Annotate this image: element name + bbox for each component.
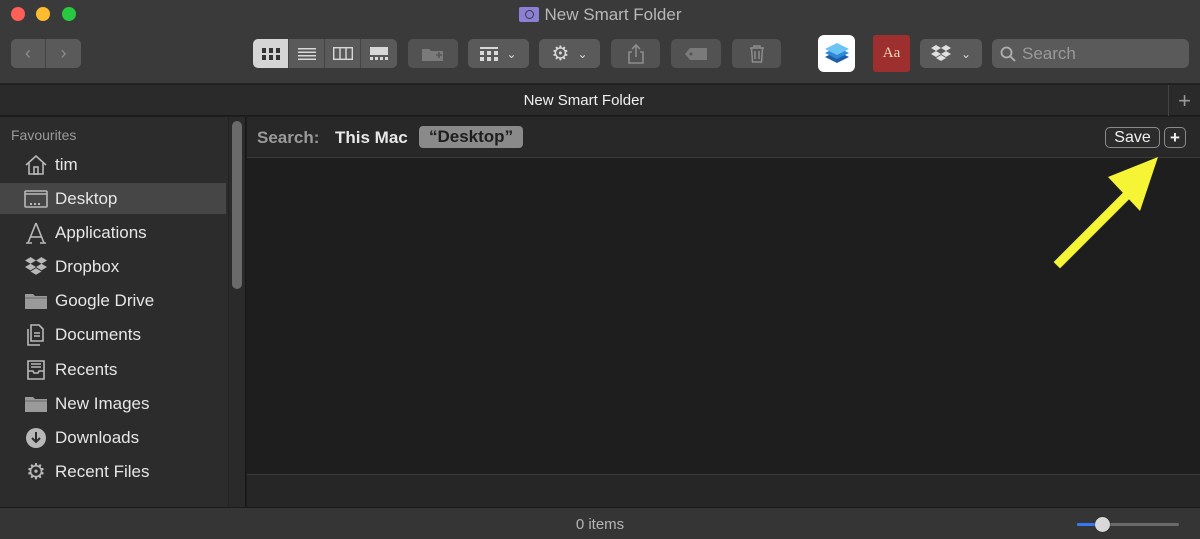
sidebar-item-label: Recent Files (55, 461, 150, 481)
chevron-down-icon: ⌄ (960, 46, 972, 61)
sidebar-item-label: Desktop (55, 188, 118, 208)
sidebar-item-label: New Images (55, 393, 150, 413)
forward-button[interactable]: › (46, 39, 81, 68)
sidebar-item-desktop[interactable]: Desktop (0, 183, 226, 214)
home-icon (23, 154, 49, 176)
sidebar-item-recents[interactable]: Recents (0, 354, 226, 385)
group-by-button[interactable]: ⌄ (468, 39, 529, 68)
trash-icon (749, 44, 764, 63)
window-toolbar: New Smart Folder ‹ › ⌄ ⚙ ⌄ Aa ⌄ Search (0, 0, 1200, 84)
sidebar: Favourites tim Desktop Applications Drop… (0, 117, 246, 507)
sidebar-item-recent-files[interactable]: ⚙ Recent Files (0, 456, 226, 487)
sidebar-item-documents[interactable]: Documents (0, 319, 226, 350)
action-menu-button[interactable]: ⚙ ⌄ (539, 39, 600, 68)
chevron-left-icon: ‹ (25, 43, 31, 63)
tab-new-smart-folder[interactable]: New Smart Folder (0, 92, 1168, 109)
chevron-down-icon: ⌄ (577, 46, 588, 61)
search-input[interactable] (1022, 43, 1182, 64)
delete-button[interactable] (732, 39, 781, 68)
smart-folder-icon (518, 7, 539, 22)
sidebar-item-dropbox[interactable]: Dropbox (0, 251, 226, 282)
slider-knob[interactable] (1095, 517, 1110, 532)
search-field[interactable] (992, 39, 1189, 68)
sidebar-item-google-drive[interactable]: Google Drive (0, 285, 226, 316)
sidebar-item-downloads[interactable]: Downloads (0, 422, 226, 453)
gallery-view-button[interactable] (361, 39, 397, 68)
icon-view-button[interactable] (253, 39, 289, 68)
columns-icon (332, 47, 353, 60)
scope-this-mac-button[interactable]: This Mac (335, 128, 408, 148)
item-count: 0 items (575, 516, 625, 533)
tab-bar: New Smart Folder + (0, 85, 1200, 116)
sidebar-item-label: Dropbox (55, 256, 120, 276)
add-criteria-button[interactable]: + (1164, 127, 1186, 148)
layers-app-button[interactable] (818, 35, 855, 72)
path-bar (247, 474, 1200, 507)
nav-buttons: ‹ › (11, 39, 81, 68)
scope-desktop-button[interactable]: “Desktop” (419, 126, 524, 148)
layers-icon (824, 42, 849, 63)
list-view-button[interactable] (289, 39, 325, 68)
gallery-icon (370, 47, 388, 60)
chevron-down-icon: ⌄ (506, 46, 517, 61)
column-view-button[interactable] (325, 39, 361, 68)
downloads-icon (23, 427, 49, 449)
icon-size-slider[interactable] (1077, 517, 1179, 532)
gear-icon: ⚙ (26, 458, 46, 484)
share-icon (627, 43, 644, 64)
share-button[interactable] (611, 39, 660, 68)
scope-label: Search: (257, 128, 320, 147)
sidebar-item-label: Google Drive (55, 290, 155, 310)
tags-button[interactable] (671, 39, 721, 68)
desktop-icon (23, 188, 49, 210)
dictionary-icon: Aa (882, 45, 901, 61)
folder-icon (23, 393, 49, 415)
dictionary-app-button[interactable]: Aa (873, 35, 910, 72)
sidebar-item-label: tim (55, 154, 78, 174)
sidebar-item-label: Recents (55, 359, 118, 379)
sidebar-item-new-images[interactable]: New Images (0, 388, 226, 419)
dropbox-icon (930, 45, 951, 61)
sidebar-item-applications[interactable]: Applications (0, 217, 226, 248)
sidebar-scroll-track (228, 117, 245, 507)
plus-icon: + (1178, 87, 1191, 113)
dropbox-menu-button[interactable]: ⌄ (920, 39, 982, 68)
back-button[interactable]: ‹ (11, 39, 46, 68)
documents-icon (23, 323, 49, 346)
annotation-arrow (1053, 157, 1158, 269)
sidebar-item-label: Applications (55, 222, 147, 242)
sidebar-item-label: Downloads (55, 427, 140, 447)
status-bar: 0 items (0, 507, 1200, 539)
search-icon (1000, 46, 1016, 62)
view-mode-selector (253, 39, 397, 68)
folder-icon (23, 290, 49, 312)
window-title-text: New Smart Folder (544, 5, 682, 24)
new-folder-icon (422, 48, 443, 61)
dropbox-icon (23, 256, 49, 278)
recents-icon (23, 359, 49, 381)
sidebar-item-label: Documents (55, 324, 141, 344)
new-tab-button[interactable]: + (1168, 85, 1200, 116)
window-title: New Smart Folder (0, 5, 1200, 25)
tag-icon (685, 47, 707, 60)
applications-icon (23, 222, 49, 244)
group-icon (480, 46, 499, 61)
gear-icon: ⚙ (551, 43, 570, 65)
sidebar-scrollbar[interactable] (232, 121, 242, 289)
chevron-right-icon: › (60, 43, 67, 63)
grid-icon (261, 47, 280, 60)
new-folder-button[interactable] (408, 39, 458, 68)
list-icon (297, 47, 316, 60)
sidebar-item-tim[interactable]: tim (0, 149, 226, 180)
sidebar-heading: Favourites (11, 127, 77, 143)
